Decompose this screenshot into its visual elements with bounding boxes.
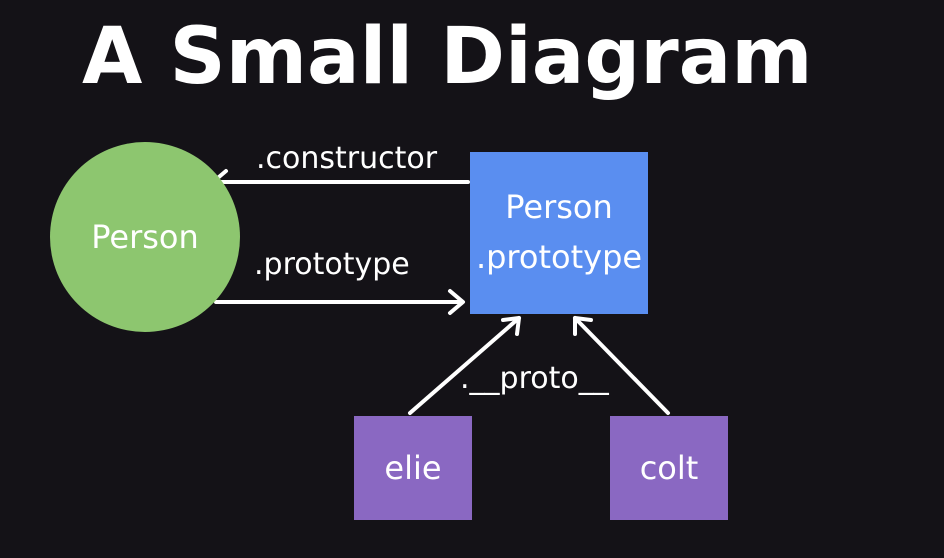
prototype-node-label-line2: .prototype bbox=[475, 238, 643, 276]
person-prototype-node: Person .prototype bbox=[470, 152, 648, 314]
prototype-node-label-line1: Person bbox=[505, 188, 613, 227]
colt-instance-node: colt bbox=[610, 416, 728, 520]
person-constructor-node: Person bbox=[50, 142, 240, 332]
proto-edge-label: .__proto__ bbox=[460, 361, 609, 396]
constructor-edge-label: .constructor bbox=[256, 141, 438, 176]
colt-node-label: colt bbox=[639, 449, 699, 487]
prototype-edge-label: .prototype bbox=[254, 247, 410, 282]
elie-node-label: elie bbox=[384, 449, 442, 487]
person-node-label: Person bbox=[91, 218, 199, 256]
elie-instance-node: elie bbox=[354, 416, 472, 520]
prototype-arrow bbox=[214, 289, 465, 315]
